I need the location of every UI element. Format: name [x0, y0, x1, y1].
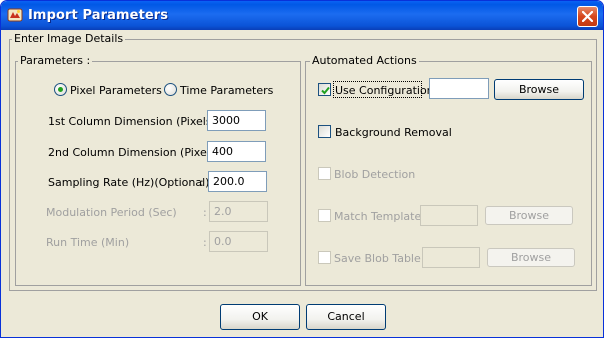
ok-button[interactable]: OK	[220, 304, 300, 330]
close-button[interactable]	[577, 6, 598, 27]
configuration-browse-button[interactable]: Browse	[494, 79, 584, 100]
image-details-legend: Enter Image Details	[12, 32, 126, 45]
run-time-input: 0.0	[209, 231, 268, 252]
match-template-path-input	[420, 205, 478, 226]
save-blob-table-browse-button: Browse	[487, 248, 575, 267]
first-column-dimension-input[interactable]: 3000	[207, 110, 266, 131]
dialog-body: Enter Image Details Parameters : Pixel P…	[4, 30, 600, 336]
check-icon	[321, 86, 330, 95]
second-column-dimension-input[interactable]: 400	[207, 141, 266, 162]
sampling-rate-input[interactable]: 200.0	[208, 171, 267, 192]
blob-detection-label: Blob Detection	[334, 168, 416, 181]
blob-detection-checkbox	[318, 167, 331, 180]
match-template-checkbox	[318, 209, 331, 222]
pixel-parameters-radio[interactable]	[54, 83, 67, 96]
configuration-path-input[interactable]	[429, 78, 489, 99]
title-bar[interactable]: Import Parameters	[1, 1, 603, 30]
cancel-button[interactable]: Cancel	[306, 304, 386, 330]
sampling-rate-separator: :	[200, 176, 204, 189]
match-template-browse-button: Browse	[485, 206, 573, 225]
sampling-rate-label: Sampling Rate (Hz)(Optional)	[48, 176, 210, 189]
automated-actions-legend: Automated Actions	[310, 54, 419, 67]
background-removal-label[interactable]: Background Removal	[335, 126, 452, 139]
modulation-period-label: Modulation Period (Sec)	[46, 206, 177, 219]
background-removal-checkbox[interactable]	[318, 125, 331, 138]
save-blob-table-label: Save Blob Table	[334, 252, 421, 265]
pixel-parameters-label[interactable]: Pixel Parameters	[70, 84, 162, 97]
use-configuration-checkbox[interactable]	[318, 83, 331, 96]
modulation-period-separator: :	[203, 206, 207, 219]
radio-selected-dot	[58, 87, 63, 92]
save-blob-table-checkbox	[318, 251, 331, 264]
modulation-period-input: 2.0	[209, 201, 268, 222]
close-x-icon	[582, 11, 593, 22]
second-column-dimension-label: 2nd Column Dimension (Pixels) :	[48, 146, 227, 159]
time-parameters-radio[interactable]	[164, 83, 177, 96]
save-blob-table-path-input	[422, 247, 480, 268]
run-time-label: Run Time (Min)	[46, 236, 130, 249]
match-template-label: Match Template	[334, 210, 422, 223]
first-column-dimension-label: 1st Column Dimension (Pixels) :	[48, 115, 224, 128]
use-configuration-label[interactable]: Use Configuration	[335, 84, 434, 97]
window-title: Import Parameters	[28, 8, 169, 23]
parameters-legend: Parameters :	[18, 54, 93, 67]
import-parameters-dialog: Import Parameters Enter Image Details Pa…	[0, 0, 604, 338]
time-parameters-label[interactable]: Time Parameters	[180, 84, 273, 97]
app-logo-icon	[7, 7, 23, 23]
run-time-separator: :	[203, 236, 207, 249]
